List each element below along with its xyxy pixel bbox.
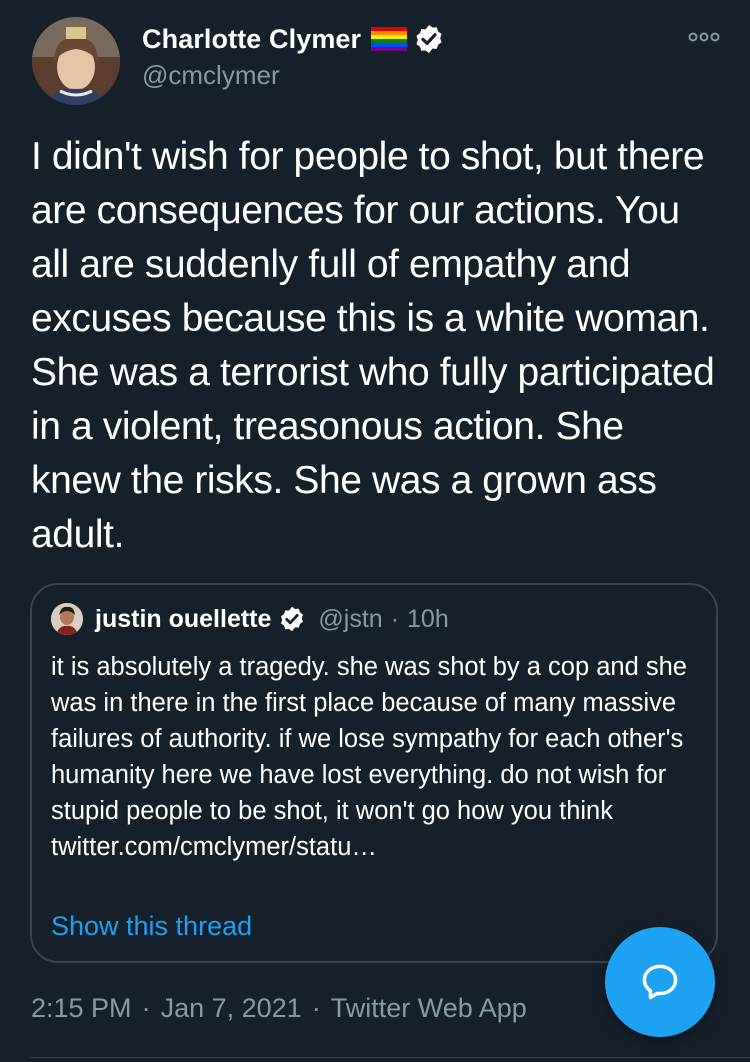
tweet-source[interactable]: Twitter Web App	[331, 993, 527, 1024]
compose-reply-button[interactable]	[605, 927, 715, 1037]
meta-separator: ·	[311, 993, 321, 1023]
tweet-time[interactable]: 2:15 PM	[31, 993, 132, 1024]
quoted-author-handle[interactable]: @jstn	[318, 605, 382, 634]
author-avatar[interactable]	[32, 17, 120, 105]
quoted-tweet-card[interactable]: justin ouellette @jstn · 10h it is absol…	[30, 583, 718, 963]
tweet-metadata: 2:15 PM · Jan 7, 2021 · Twitter Web App	[31, 993, 527, 1024]
quoted-author-avatar-image	[51, 603, 83, 635]
tweet-date[interactable]: Jan 7, 2021	[161, 993, 302, 1024]
verified-badge-icon	[278, 605, 306, 633]
rainbow-flag-icon	[371, 27, 408, 51]
author-avatar-image	[32, 17, 120, 105]
verified-badge-icon	[413, 23, 445, 55]
quoted-tweet-header: justin ouellette @jstn · 10h	[51, 603, 449, 635]
author-display-name[interactable]: Charlotte Clymer	[142, 24, 361, 55]
quoted-author-avatar[interactable]	[51, 603, 83, 635]
quoted-meta-separator: ·	[390, 604, 400, 633]
divider	[30, 1057, 750, 1058]
tweet-text: I didn't wish for people to shot, but th…	[31, 135, 715, 556]
author-handle[interactable]: @cmclymer	[142, 60, 445, 91]
quoted-tweet-text: it is absolutely a tragedy. she was shot…	[51, 653, 687, 861]
tweet-author: Charlotte Clymer @cmclymer	[142, 20, 445, 91]
meta-separator: ·	[141, 993, 151, 1023]
show-thread-link[interactable]: Show this thread	[51, 911, 252, 942]
more-options-icon[interactable]	[688, 28, 720, 46]
quoted-tweet-time[interactable]: 10h	[407, 605, 449, 634]
quoted-author-name[interactable]: justin ouellette	[95, 605, 271, 634]
chat-bubble-icon	[642, 964, 678, 1000]
